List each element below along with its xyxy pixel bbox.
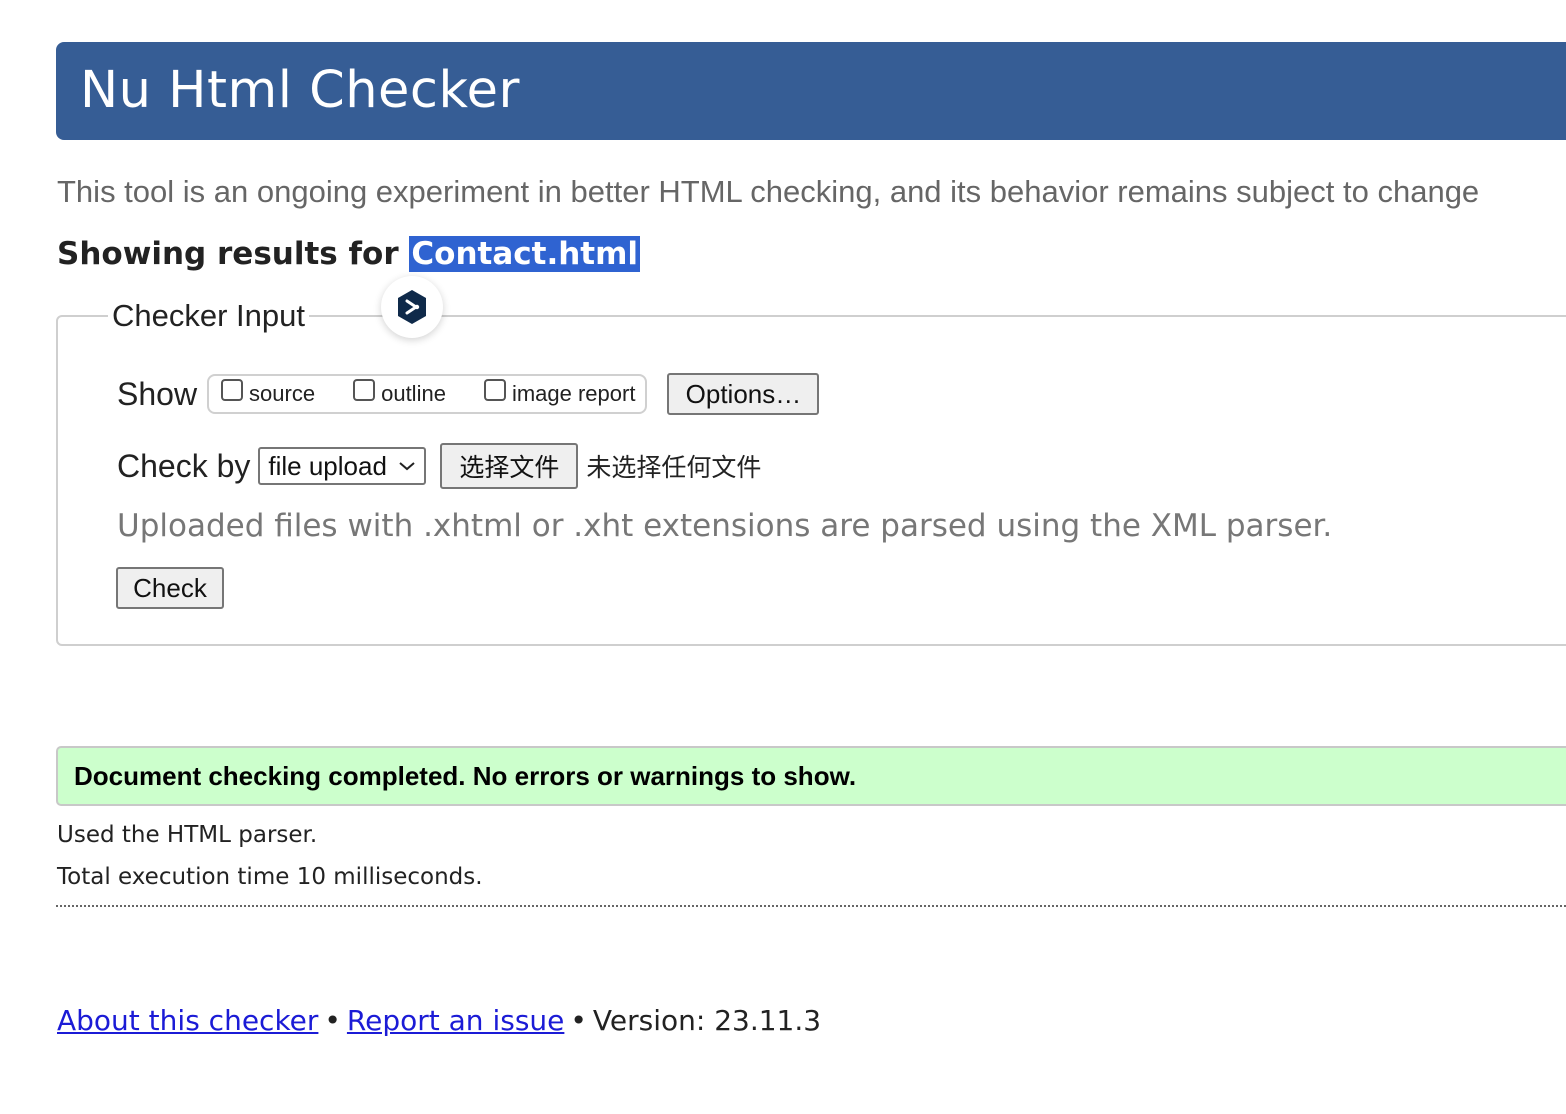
xml-parser-hint: Uploaded files with .xhtml or .xht exten… — [117, 508, 1333, 544]
check-by-label: Check by — [117, 447, 251, 484]
checker-input-legend: Checker Input — [112, 298, 305, 333]
page: Nu Html Checker This tool is an ongoing … — [0, 0, 1566, 1114]
about-checker-link[interactable]: About this checker — [57, 1004, 318, 1037]
floating-extension-button[interactable] — [381, 276, 443, 338]
options-button[interactable]: Options… — [667, 373, 820, 415]
no-file-chosen-text: 未选择任何文件 — [586, 453, 762, 482]
intro-text: This tool is an ongoing experiment in be… — [57, 174, 1480, 209]
footer: About this checker • Report an issue • Versi… — [57, 1004, 821, 1037]
source-checkbox[interactable] — [221, 379, 244, 401]
header-banner: Nu Html Checker — [56, 42, 1566, 140]
results-filename[interactable]: Contact.html — [409, 236, 641, 272]
check-button[interactable]: Check — [116, 567, 224, 609]
footer-separator: • — [324, 1004, 341, 1037]
show-source-option[interactable]: source — [221, 379, 316, 407]
image-report-checkbox-label: image report — [511, 381, 636, 406]
source-checkbox-label: source — [249, 381, 316, 406]
show-image-report-option[interactable]: image report — [483, 379, 636, 407]
footer-separator: • — [570, 1004, 587, 1037]
check-by-selected-value: file upload — [268, 450, 387, 481]
results-heading: Showing results for Contact.html — [57, 236, 641, 272]
chevron-down-icon — [399, 462, 416, 471]
show-row: Show source outline image report Options… — [117, 372, 820, 416]
page-title: Nu Html Checker — [80, 61, 521, 120]
version-text: Version: 23.11.3 — [592, 1004, 822, 1037]
results-prefix: Showing results for — [57, 236, 399, 272]
report-issue-link[interactable]: Report an issue — [347, 1004, 564, 1037]
outline-checkbox-label: outline — [381, 381, 446, 406]
success-message: Document checking completed. No errors o… — [56, 746, 1566, 806]
show-options-group: source outline image report — [207, 374, 648, 414]
check-by-select[interactable]: file upload — [258, 447, 427, 485]
check-by-row: Check by file upload 选择文件 未选择任何文件 — [117, 442, 761, 490]
execution-time: Total execution time 10 milliseconds. — [57, 864, 483, 890]
outline-checkbox[interactable] — [353, 379, 376, 401]
show-outline-option[interactable]: outline — [353, 379, 446, 407]
dotted-divider — [56, 905, 1566, 907]
image-report-checkbox[interactable] — [483, 379, 506, 401]
translate-hexagon-icon — [398, 290, 426, 324]
parser-info: Used the HTML parser. — [57, 822, 318, 848]
choose-file-button[interactable]: 选择文件 — [440, 443, 579, 489]
show-label: Show — [117, 375, 198, 412]
